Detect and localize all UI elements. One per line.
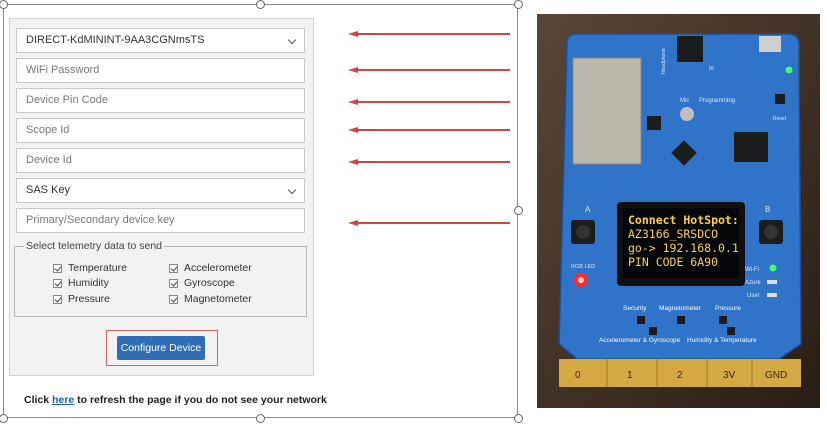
magnetometer-label: Magnetometer	[659, 305, 702, 312]
chevron-down-icon	[287, 185, 297, 195]
configure-device-button[interactable]: Configure Device	[117, 336, 205, 360]
checkbox-gyroscope[interactable]: Gyroscope	[169, 276, 235, 290]
security-label: Security	[623, 305, 647, 312]
checkbox-icon[interactable]	[53, 294, 62, 304]
checkbox-label: Accelerometer	[184, 262, 252, 274]
button-b-label: B	[765, 205, 770, 214]
scope-id-input[interactable]: Scope Id	[16, 118, 305, 143]
device-pin-input[interactable]: Device Pin Code	[16, 88, 305, 113]
annotation-arrow-icon	[348, 99, 510, 105]
checkbox-label: Magnetometer	[184, 293, 252, 305]
checkbox-icon[interactable]	[53, 278, 62, 288]
wifi-password-input[interactable]: WiFi Password	[16, 58, 305, 83]
checkbox-pressure[interactable]: Pressure	[53, 292, 110, 306]
refresh-link[interactable]: here	[52, 394, 74, 406]
azure-led-label: Azure	[745, 280, 761, 286]
oled-line: AZ3166_SRSDCO	[628, 227, 718, 241]
refresh-suffix: to refresh the page if you do not see yo…	[74, 394, 327, 406]
checkbox-icon[interactable]	[169, 278, 178, 288]
pin-label: 2	[677, 370, 683, 381]
mic-label: Mic	[680, 98, 689, 104]
checkbox-humidity[interactable]: Humidity	[53, 276, 109, 290]
annotation-arrow-icon	[348, 159, 510, 165]
checkbox-accelerometer[interactable]: Accelerometer	[169, 261, 252, 275]
resize-handle-top-right[interactable]	[514, 0, 523, 9]
accel-gyro-label: Accelerometer & Gyroscope	[599, 337, 681, 344]
resize-handle-bottom-center[interactable]	[256, 414, 265, 423]
device-photo: 0 1 2 3V GND Headphone IR Mic Programmin…	[537, 14, 820, 408]
humidity-temp-label: Humidity & Temperature	[687, 337, 757, 344]
checkbox-icon[interactable]	[53, 263, 62, 273]
checkbox-temperature[interactable]: Temperature	[53, 261, 127, 275]
oled-line: go-> 192.168.0.1	[628, 241, 739, 255]
auth-type-value: SAS Key	[26, 184, 71, 196]
checkbox-icon[interactable]	[169, 263, 178, 273]
resize-handle-bottom-left[interactable]	[0, 414, 8, 423]
pin-label: 1	[627, 370, 633, 381]
device-id-input[interactable]: Device Id	[16, 148, 305, 173]
annotation-arrow-icon	[348, 127, 510, 133]
button-a-label: A	[585, 205, 591, 214]
annotation-arrow-icon	[348, 67, 510, 73]
refresh-prefix: Click	[24, 394, 53, 406]
telemetry-legend: Select telemetry data to send	[24, 240, 164, 252]
pin-label: 3V	[723, 370, 736, 381]
checkbox-label: Humidity	[68, 277, 109, 289]
pressure-label: Pressure	[715, 305, 741, 312]
refresh-instruction: Click here to refresh the page if you do…	[24, 394, 327, 406]
headphone-label: Headphone	[661, 48, 667, 74]
annotation-arrow-icon	[348, 31, 510, 37]
oled-line: PIN CODE 6A90	[628, 255, 718, 269]
wifi-led-label: Wi-Fi	[745, 267, 759, 273]
rgb-led-label: RGB LED	[571, 264, 595, 270]
user-led-label: User	[747, 293, 760, 299]
reset-label: Reset	[773, 116, 787, 122]
device-key-input[interactable]: Primary/Secondary device key	[16, 208, 305, 233]
annotation-arrow-icon	[348, 220, 510, 226]
oled-line: Connect HotSpot:	[628, 213, 739, 227]
network-select[interactable]: DIRECT-KdMININT-9AA3CGNmsTS	[16, 28, 305, 53]
checkbox-magnetometer[interactable]: Magnetometer	[169, 292, 252, 306]
ir-label: IR	[709, 66, 714, 72]
checkbox-label: Gyroscope	[184, 277, 235, 289]
chevron-down-icon	[287, 35, 297, 45]
resize-handle-bottom-right[interactable]	[514, 414, 523, 423]
resize-handle-middle-right[interactable]	[514, 206, 523, 215]
network-select-value: DIRECT-KdMININT-9AA3CGNmsTS	[26, 34, 205, 46]
auth-type-select[interactable]: SAS Key	[16, 178, 305, 203]
resize-handle-top-center[interactable]	[256, 0, 265, 9]
checkbox-label: Pressure	[68, 293, 111, 305]
checkbox-label: Temperature	[68, 262, 127, 274]
pin-label: 0	[575, 370, 581, 381]
pin-label: GND	[765, 370, 787, 381]
checkbox-icon[interactable]	[169, 294, 178, 304]
programming-label: Programming	[699, 98, 735, 104]
mxchip-board-image: 0 1 2 3V GND Headphone IR Mic Programmin…	[537, 14, 820, 408]
